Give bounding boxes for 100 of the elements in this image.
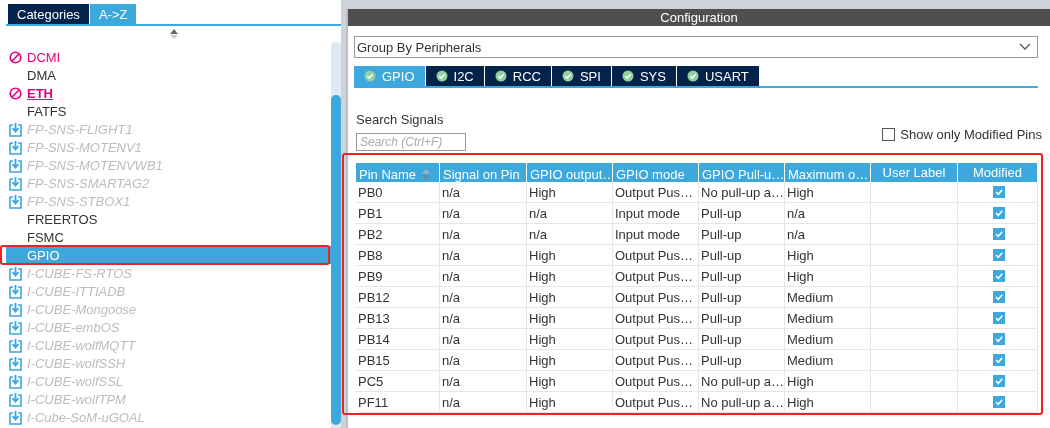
- peripheral-tab[interactable]: SYS: [611, 66, 676, 86]
- check-circle-icon: [561, 70, 574, 82]
- component-item[interactable]: I-CUBE-embOS: [6, 318, 331, 336]
- download-icon: [8, 193, 22, 209]
- table-cell: Output Pus…: [613, 266, 699, 286]
- download-icon: [8, 139, 22, 155]
- table-cell: n/a: [440, 224, 527, 244]
- modified-checkbox[interactable]: [992, 354, 1005, 366]
- table-cell: n/a: [440, 350, 527, 370]
- peripheral-tab[interactable]: GPIO: [354, 66, 425, 86]
- component-item[interactable]: I-CUBE-Mongoose: [6, 300, 331, 318]
- check-circle-icon: [435, 70, 448, 82]
- table-cell: Output Pus…: [613, 182, 699, 202]
- check-circle-icon: [621, 70, 634, 82]
- table-cell: Medium: [785, 329, 871, 349]
- download-icon: [8, 121, 22, 137]
- component-item[interactable]: FATFS: [6, 102, 331, 120]
- table-cell: n/a: [440, 266, 527, 286]
- modified-checkbox[interactable]: [992, 249, 1005, 261]
- table-cell: High: [527, 329, 613, 349]
- component-item[interactable]: DCMI: [6, 48, 331, 66]
- column-header[interactable]: Modified: [958, 163, 1038, 182]
- component-item[interactable]: ETH: [6, 84, 331, 102]
- peripheral-tab[interactable]: SPI: [551, 66, 611, 86]
- column-header[interactable]: GPIO Pull-u…: [699, 163, 785, 182]
- column-header[interactable]: User Label: [871, 163, 958, 182]
- component-item[interactable]: I-CUBE-wolfTPM: [6, 390, 331, 408]
- component-item[interactable]: FP-SNS-SMARTAG2: [6, 174, 331, 192]
- table-cell: Pull-up: [699, 203, 785, 223]
- table-cell: Output Pus…: [613, 308, 699, 328]
- check-circle-icon: [364, 70, 376, 82]
- show-modified-checkbox[interactable]: Show only Modified Pins: [882, 127, 1042, 142]
- table-cell: High: [527, 350, 613, 370]
- table-cell: Output Pus…: [613, 350, 699, 370]
- download-icon: [8, 319, 22, 335]
- download-icon: [8, 355, 22, 371]
- table-cell: n/a: [440, 392, 527, 412]
- table-cell: High: [785, 245, 871, 265]
- modified-checkbox[interactable]: [992, 228, 1005, 240]
- check-circle-icon: [494, 70, 507, 82]
- table-cell: PB14: [356, 329, 440, 349]
- peripheral-tab[interactable]: RCC: [484, 66, 551, 86]
- table-cell: No pull-up a…: [699, 392, 785, 412]
- table-cell: Output Pus…: [613, 392, 699, 412]
- table-cell: PB0: [356, 182, 440, 202]
- table-cell: High: [527, 371, 613, 391]
- table-cell: PF11: [356, 392, 440, 412]
- peripheral-tab[interactable]: USART: [676, 66, 759, 86]
- modified-checkbox[interactable]: [992, 312, 1005, 324]
- download-icon: [8, 409, 22, 425]
- scroll-up-icon[interactable]: [168, 28, 179, 40]
- table-cell: Pull-up: [699, 245, 785, 265]
- modified-checkbox[interactable]: [992, 291, 1005, 303]
- component-item[interactable]: FREERTOS: [6, 210, 331, 228]
- component-item[interactable]: FP-SNS-MOTENVWB1: [6, 156, 331, 174]
- download-icon: [8, 373, 22, 389]
- component-item[interactable]: FP-SNS-FLIGHT1: [6, 120, 331, 138]
- column-header[interactable]: Maximum o…: [785, 163, 871, 182]
- table-cell: Input mode: [613, 203, 699, 223]
- modified-checkbox[interactable]: [992, 333, 1005, 345]
- table-cell: Pull-up: [699, 224, 785, 244]
- table-cell: High: [527, 182, 613, 202]
- component-item[interactable]: I-CUBE-wolfMQTT: [6, 336, 331, 354]
- table-cell: High: [785, 182, 871, 202]
- modified-checkbox[interactable]: [992, 186, 1005, 198]
- component-item[interactable]: I-Cube-SoM-uGOAL: [6, 408, 331, 426]
- component-item[interactable]: I-CUBE-wolfSSH: [6, 354, 331, 372]
- group-by-dropdown[interactable]: Group By Peripherals: [354, 36, 1038, 58]
- column-header[interactable]: Pin Name: [356, 163, 440, 182]
- category-tab[interactable]: A->Z: [89, 4, 137, 24]
- table-cell: n/a: [440, 203, 527, 223]
- download-icon: [8, 265, 22, 281]
- chevron-down-icon: [1019, 43, 1031, 51]
- peripheral-tab[interactable]: I2C: [425, 66, 484, 86]
- column-header[interactable]: GPIO output…: [527, 163, 613, 182]
- table-cell: Pull-up: [699, 287, 785, 307]
- table-cell: n/a: [440, 245, 527, 265]
- category-tab[interactable]: Categories: [8, 4, 89, 24]
- modified-checkbox[interactable]: [992, 375, 1005, 387]
- component-item[interactable]: FP-SNS-STBOX1: [6, 192, 331, 210]
- table-cell: n/a: [440, 371, 527, 391]
- component-item[interactable]: I-CUBE-wolfSSL: [6, 372, 331, 390]
- table-cell: n/a: [440, 329, 527, 349]
- modified-checkbox[interactable]: [992, 270, 1005, 282]
- component-item[interactable]: FP-SNS-MOTENV1: [6, 138, 331, 156]
- scrollbar-thumb[interactable]: [331, 95, 341, 425]
- search-field[interactable]: Search (Ctrl+F): [356, 133, 466, 151]
- download-icon: [8, 337, 22, 353]
- modified-checkbox[interactable]: [992, 207, 1005, 219]
- component-item[interactable]: FSMC: [6, 228, 331, 246]
- table-cell: Input mode: [613, 224, 699, 244]
- modified-checkbox[interactable]: [992, 396, 1005, 408]
- component-item[interactable]: DMA: [6, 66, 331, 84]
- column-header[interactable]: Signal on Pin: [440, 163, 527, 182]
- component-item[interactable]: I-CUBE-ITTIADB: [6, 282, 331, 300]
- download-icon: [8, 301, 22, 317]
- table-cell: Output Pus…: [613, 287, 699, 307]
- table-cell: PB2: [356, 224, 440, 244]
- component-item[interactable]: I-CUBE-FS-RTOS: [6, 264, 331, 282]
- column-header[interactable]: GPIO mode: [613, 163, 699, 182]
